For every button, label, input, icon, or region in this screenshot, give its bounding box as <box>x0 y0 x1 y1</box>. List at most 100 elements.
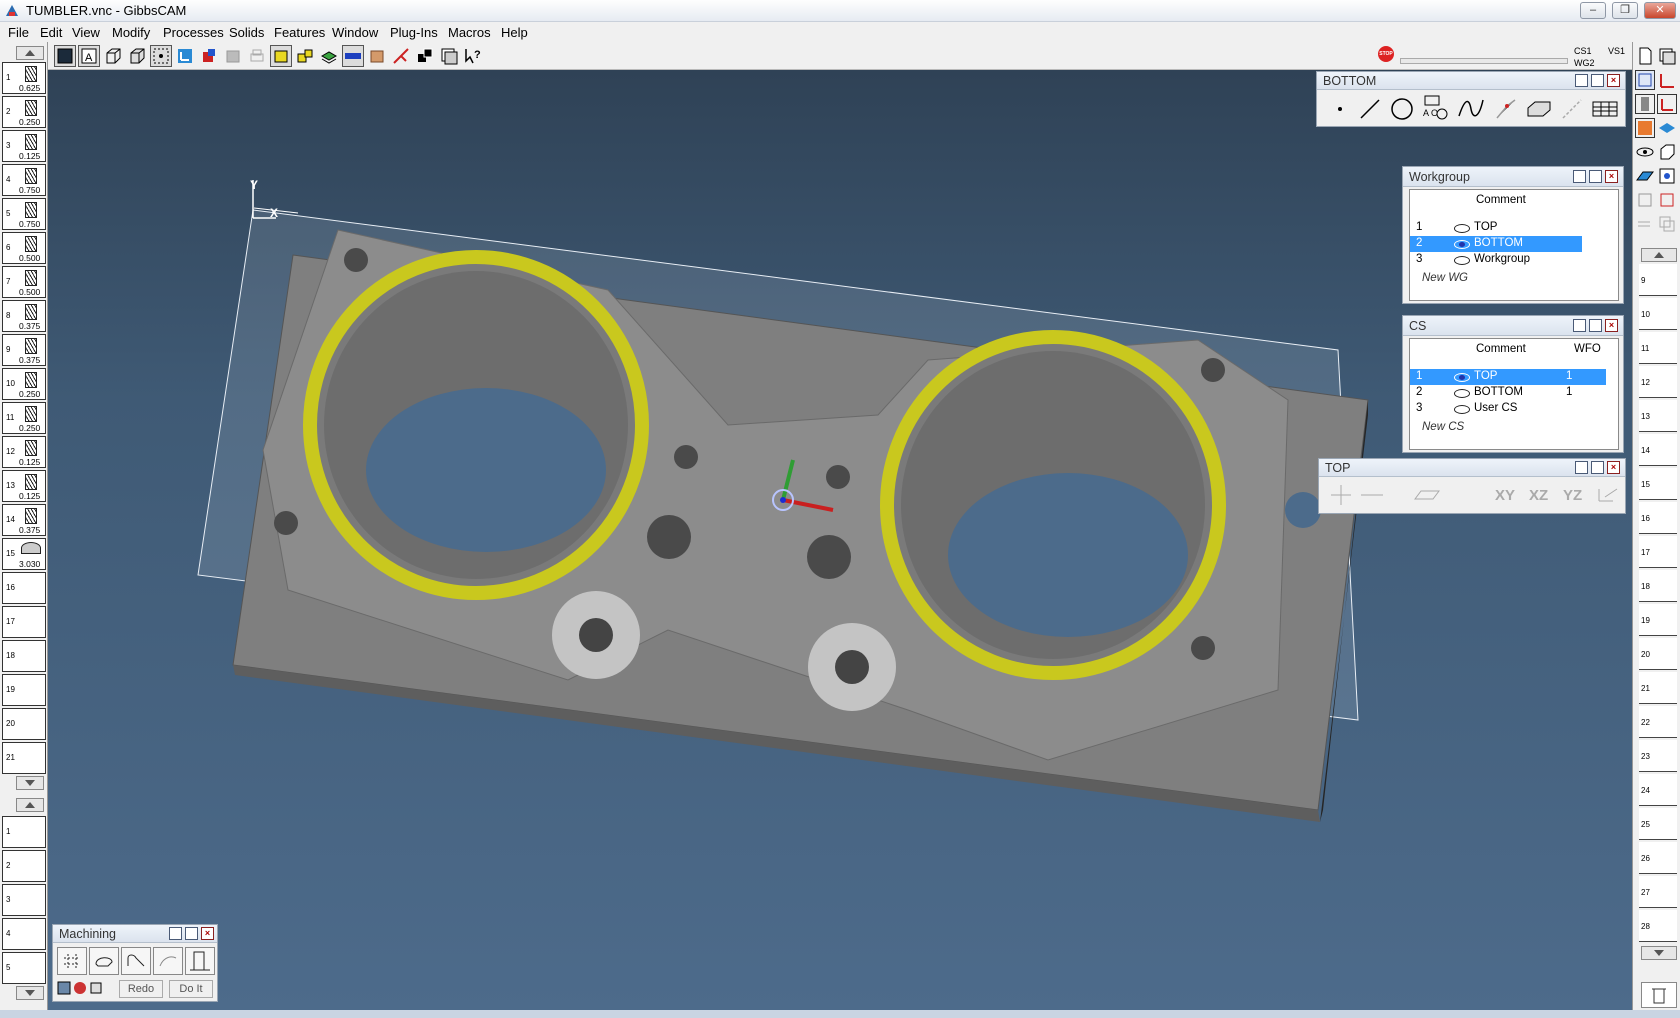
menu-modify[interactable]: Modify <box>112 25 150 40</box>
redo-button[interactable]: Redo <box>119 980 163 998</box>
right-list-slot[interactable]: 11 <box>1639 332 1677 364</box>
visibility-eye-icon[interactable] <box>1454 240 1470 249</box>
tool-slot[interactable]: 6 0.500 <box>2 232 46 264</box>
right-list-slot[interactable]: 25 <box>1639 808 1677 840</box>
stock-icon[interactable] <box>366 45 388 67</box>
trim-icon[interactable] <box>1493 96 1519 122</box>
tool-slot[interactable]: 20 <box>2 708 46 740</box>
wireframe-box-icon[interactable] <box>102 45 124 67</box>
ops-icon-a[interactable] <box>57 981 71 995</box>
right-list-slot[interactable]: 16 <box>1639 502 1677 534</box>
right-list-slot[interactable]: 20 <box>1639 638 1677 670</box>
cs-close-button[interactable]: × <box>1605 319 1618 332</box>
modify-icon[interactable] <box>1559 96 1585 122</box>
right-list-slot[interactable]: 27 <box>1639 876 1677 908</box>
menu-solids[interactable]: Solids <box>229 25 264 40</box>
menu-plugins[interactable]: Plug-Ins <box>390 25 438 40</box>
right-list-slot[interactable]: 28 <box>1639 910 1677 942</box>
geometry-palette-icon[interactable] <box>1635 70 1655 90</box>
tool-slot[interactable]: 5 0.750 <box>2 198 46 230</box>
tool-slot[interactable]: 12 0.125 <box>2 436 46 468</box>
box-icon[interactable] <box>1657 142 1677 162</box>
grey-c-icon[interactable] <box>1657 214 1677 234</box>
xy-plane-button[interactable]: XY <box>1495 487 1515 504</box>
trash-icon[interactable] <box>1641 982 1677 1008</box>
circle-icon[interactable] <box>1389 96 1415 122</box>
top-pin-button[interactable] <box>1575 461 1588 474</box>
operation-slot[interactable]: 5 <box>2 952 46 984</box>
top-close-button[interactable]: × <box>1607 461 1620 474</box>
tool-slot[interactable]: 7 0.500 <box>2 266 46 298</box>
menu-help[interactable]: Help <box>501 25 528 40</box>
workgroup-row[interactable]: 1 TOP <box>1410 220 1582 236</box>
scroll-down-button[interactable] <box>16 776 44 790</box>
grey-tool-icon[interactable] <box>222 45 244 67</box>
green-stack-icon[interactable] <box>318 45 340 67</box>
menu-processes[interactable]: Processes <box>163 25 224 40</box>
tool-slot[interactable]: 3 0.125 <box>2 130 46 162</box>
render-settings-icon[interactable] <box>1657 166 1677 186</box>
drill-icon[interactable] <box>57 947 87 975</box>
tool-slot[interactable]: 19 <box>2 674 46 706</box>
plane-icon[interactable] <box>1635 166 1655 186</box>
visibility-eye-icon[interactable] <box>1454 405 1470 414</box>
view-eye-icon[interactable] <box>1635 142 1655 162</box>
maximize-button[interactable]: ❐ <box>1612 2 1638 19</box>
visibility-eye-icon[interactable] <box>1454 373 1470 382</box>
tool-slot[interactable]: 21 <box>2 742 46 774</box>
tool-slot[interactable]: 11 0.250 <box>2 402 46 434</box>
solid-mill-icon[interactable] <box>185 947 215 975</box>
workgroup-row[interactable]: 3 Workgroup <box>1410 252 1582 268</box>
do-it-button[interactable]: Do It <box>169 980 213 998</box>
process-icon[interactable] <box>1635 118 1655 138</box>
workgroup-row[interactable]: 2 BOTTOM <box>1410 236 1582 252</box>
shaded-view-icon[interactable] <box>54 45 76 67</box>
tool-slot[interactable]: 18 <box>2 640 46 672</box>
contour-icon[interactable] <box>89 947 119 975</box>
right-list-slot[interactable]: 12 <box>1639 366 1677 398</box>
right-list-slot[interactable]: 23 <box>1639 740 1677 772</box>
operation-slot[interactable]: 2 <box>2 850 46 882</box>
tool-slot[interactable]: 1 0.625 <box>2 62 46 94</box>
red-a-icon[interactable] <box>1657 190 1677 210</box>
windows-icon[interactable] <box>414 45 436 67</box>
tool-slot[interactable]: 8 0.375 <box>2 300 46 332</box>
right-list-slot[interactable]: 9 <box>1639 264 1677 296</box>
visibility-eye-icon[interactable] <box>1454 256 1470 265</box>
3d-viewport[interactable]: Y X Machining × Redo Do It <box>48 70 1632 1010</box>
scroll-up-button[interactable] <box>16 46 44 60</box>
cs-row[interactable]: 1 TOP 1 <box>1410 369 1606 385</box>
pocket-icon[interactable] <box>121 947 151 975</box>
menu-view[interactable]: View <box>72 25 100 40</box>
workgroup-min-button[interactable] <box>1589 170 1602 183</box>
right-scroll-up-button[interactable] <box>1641 248 1677 262</box>
top-min-button[interactable] <box>1591 461 1604 474</box>
tool-slot[interactable]: 9 0.375 <box>2 334 46 366</box>
cs-row[interactable]: 2 BOTTOM 1 <box>1410 385 1606 401</box>
tool-slot[interactable]: 14 0.375 <box>2 504 46 536</box>
right-list-slot[interactable]: 14 <box>1639 434 1677 466</box>
operation-slot[interactable]: 3 <box>2 884 46 916</box>
geometry-pin-button[interactable] <box>1575 74 1588 87</box>
right-list-slot[interactable]: 15 <box>1639 468 1677 500</box>
ops-scroll-down-button[interactable] <box>16 986 44 1000</box>
machining-pin-button[interactable] <box>169 927 182 940</box>
right-list-slot[interactable]: 18 <box>1639 570 1677 602</box>
machining-min-button[interactable] <box>185 927 198 940</box>
xz-plane-button[interactable]: XZ <box>1529 487 1548 504</box>
tool-slot[interactable]: 15 3.030 <box>2 538 46 570</box>
thread-icon[interactable] <box>153 947 183 975</box>
pointer-red-icon[interactable] <box>390 45 412 67</box>
machining-close-button[interactable]: × <box>201 927 214 940</box>
cs-pin-button[interactable] <box>1573 319 1586 332</box>
tool-slot[interactable]: 10 0.250 <box>2 368 46 400</box>
ops-icon-c[interactable] <box>89 981 103 995</box>
render-icon[interactable] <box>198 45 220 67</box>
geometry-min-button[interactable] <box>1591 74 1604 87</box>
menu-window[interactable]: Window <box>332 25 378 40</box>
solid-block-icon[interactable] <box>1525 96 1553 122</box>
workgroup-close-button[interactable]: × <box>1605 170 1618 183</box>
menu-edit[interactable]: Edit <box>40 25 62 40</box>
select-region-icon[interactable] <box>150 45 172 67</box>
tool-slot[interactable]: 4 0.750 <box>2 164 46 196</box>
